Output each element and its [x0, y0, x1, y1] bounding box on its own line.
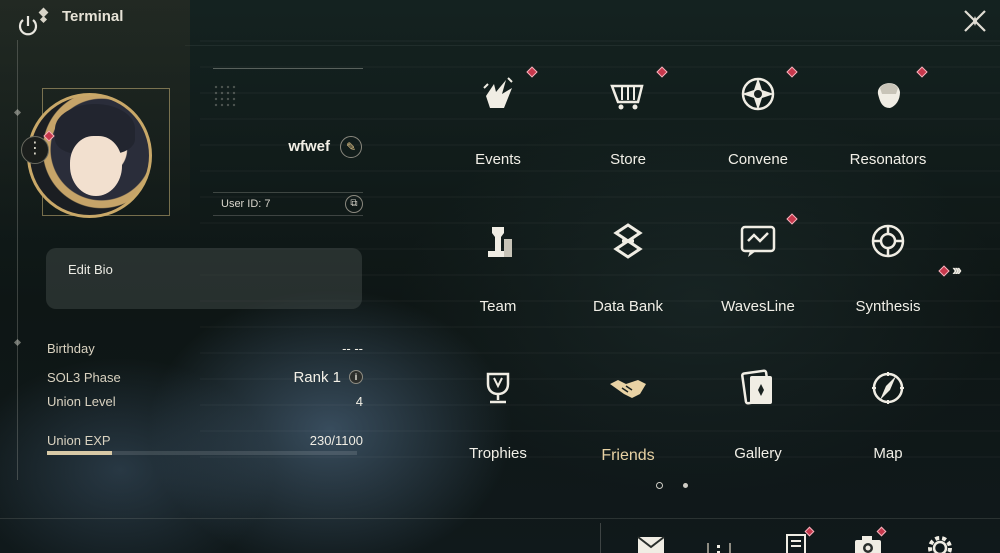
mail-button[interactable] [636, 533, 666, 553]
synthesis-icon [868, 219, 908, 263]
username: wfwef [288, 138, 330, 155]
trophies-icon [478, 366, 518, 410]
menu-item-resonators[interactable]: Resonators [823, 62, 953, 182]
menu-label: Data Bank [592, 298, 664, 315]
union-level-label: Union Level [47, 393, 116, 409]
double-chevron-right-icon: ››› [952, 262, 962, 279]
sol3-phase-row: SOL3 Phase Rank 1 i [47, 367, 363, 387]
resonators-icon [868, 72, 908, 116]
page-title: Terminal [62, 8, 124, 25]
menu-item-map[interactable]: Map [823, 356, 953, 476]
events-badge [526, 66, 538, 78]
menu-label: Trophies [469, 445, 527, 462]
union-level-row: Union Level 4 [47, 391, 363, 411]
bottom-toolbar [600, 523, 1000, 553]
union-level-value: 4 [355, 393, 363, 409]
birthday-row: Birthday -- -- [47, 338, 363, 358]
birthday-label: Birthday [47, 340, 95, 356]
menu-label: Team [479, 298, 517, 315]
menu-item-events[interactable]: Events [433, 62, 563, 182]
info-icon[interactable]: i [349, 370, 363, 384]
menu-item-gallery[interactable]: Gallery [693, 356, 823, 476]
store-icon [608, 72, 648, 116]
wavesline-badge [786, 213, 798, 225]
convene-icon [738, 72, 778, 116]
convene-badge [786, 66, 798, 78]
team-icon [478, 219, 518, 263]
edit-bio-label: Edit Bio [68, 262, 113, 277]
notes-button[interactable] [781, 526, 815, 553]
header: Terminal [36, 8, 123, 25]
menu-label: Events [475, 151, 521, 168]
union-exp-fill [47, 451, 113, 455]
avatar[interactable]: ⋮ [21, 88, 170, 218]
wavesline-icon [738, 219, 778, 263]
next-page-badge [938, 265, 950, 277]
page-dot[interactable] [683, 483, 688, 488]
menu-label: Map [873, 445, 903, 462]
close-button[interactable] [962, 8, 988, 34]
events-icon [478, 72, 518, 116]
close-icon [964, 10, 986, 32]
page-dot-active[interactable] [656, 482, 663, 489]
profile-divider [213, 68, 363, 69]
avatar-options-button[interactable]: ⋮ [21, 136, 49, 164]
page-indicator [656, 482, 688, 489]
camera-button[interactable] [853, 526, 887, 553]
sol3-rank-value: Rank 1 [293, 368, 341, 386]
avatar-face [70, 136, 122, 196]
menu-label: Convene [727, 151, 789, 168]
menu-item-wavesline[interactable]: WavesLine [693, 209, 823, 329]
menu-label: WavesLine [721, 298, 795, 315]
union-exp-value: 230/1100 [309, 432, 363, 448]
data-bank-icon [608, 219, 648, 263]
menu-item-team[interactable]: Team [433, 209, 563, 329]
copy-icon: ⧉ [350, 198, 358, 209]
top-frame [185, 0, 1000, 46]
union-exp-row: Union EXP 230/1100 [47, 430, 363, 450]
power-icon [18, 16, 38, 36]
mail-icon [637, 536, 665, 553]
menu-label: Synthesis [855, 298, 921, 315]
power-button[interactable] [16, 14, 40, 38]
user-id-field: User ID: 7 ⧉ [213, 192, 363, 216]
chat-button[interactable] [704, 533, 734, 553]
menu-label: Friends [601, 447, 655, 464]
menu-item-trophies[interactable]: Trophies [433, 356, 563, 476]
side-rail [17, 40, 18, 480]
map-icon [868, 366, 908, 410]
friends-icon [608, 366, 648, 410]
menu-item-friends[interactable]: Friends [563, 356, 693, 476]
menu-item-synthesis[interactable]: Synthesis [823, 209, 953, 329]
menu-item-convene[interactable]: Convene [693, 62, 823, 182]
notes-icon [786, 534, 806, 553]
sol3-rank: Rank 1 i [293, 369, 363, 386]
settings-icon [928, 536, 952, 553]
edit-name-button[interactable]: ✎ [340, 136, 362, 158]
menu-label: Gallery [734, 445, 782, 462]
union-exp-label: Union EXP [47, 432, 111, 448]
settings-button[interactable] [925, 533, 955, 553]
user-id-text: User ID: 7 [221, 198, 271, 210]
menu-item-store[interactable]: Store [563, 62, 693, 182]
sol3-phase-label: SOL3 Phase [47, 369, 121, 385]
camera-icon [855, 536, 881, 553]
menu-label: Store [610, 151, 646, 168]
next-page-button[interactable]: ››› [938, 262, 962, 280]
dot-pattern [213, 84, 237, 108]
gallery-icon [738, 366, 778, 410]
pencil-icon: ✎ [345, 140, 357, 154]
menu-item-data-bank[interactable]: Data Bank [563, 209, 693, 329]
store-badge [656, 66, 668, 78]
resonators-badge [916, 66, 928, 78]
menu-label: Resonators [849, 151, 927, 168]
union-exp-bar [47, 451, 357, 455]
chat-icon [707, 543, 731, 553]
birthday-value: -- -- [342, 340, 363, 356]
edit-bio-button[interactable]: Edit Bio [46, 248, 362, 309]
copy-user-id-button[interactable]: ⧉ [345, 195, 363, 213]
